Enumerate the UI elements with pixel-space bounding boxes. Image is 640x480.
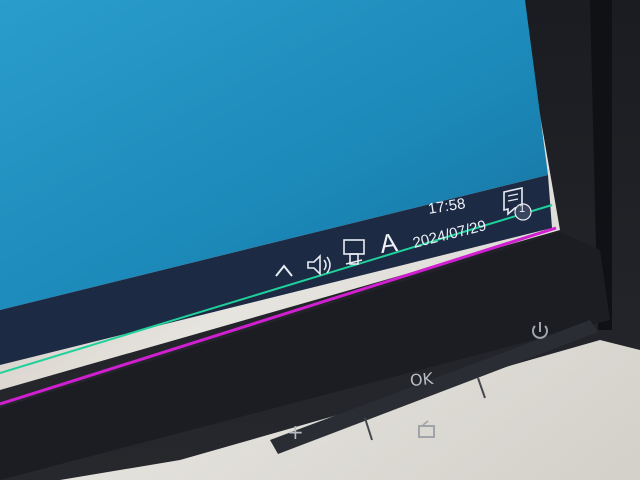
plus-button[interactable]: +	[287, 420, 304, 444]
notification-count: 1	[519, 203, 526, 215]
monitor-photo	[0, 0, 640, 480]
ok-button[interactable]: OK	[409, 369, 434, 390]
